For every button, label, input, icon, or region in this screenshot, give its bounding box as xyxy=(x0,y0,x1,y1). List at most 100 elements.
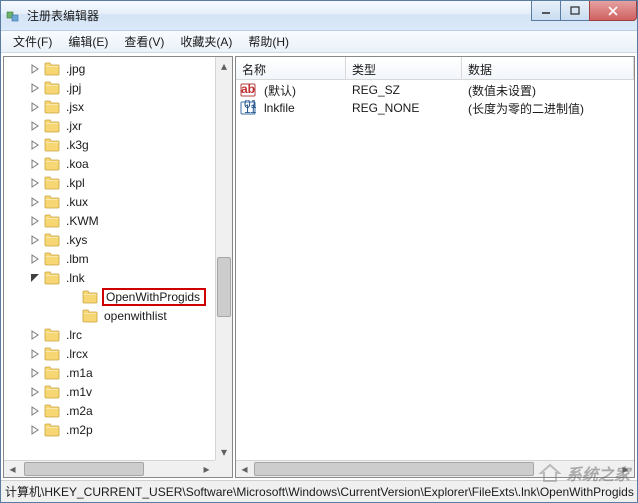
menu-favorites[interactable]: 收藏夹(A) xyxy=(172,31,240,52)
expander-closed-icon[interactable] xyxy=(29,139,41,151)
tree-item-label: .jxr xyxy=(64,118,84,134)
tree-item[interactable]: .lrc xyxy=(6,325,232,344)
folder-icon xyxy=(44,214,60,228)
tree-item[interactable]: .koa xyxy=(6,154,232,173)
tree-item[interactable]: .lnk xyxy=(6,268,232,287)
scroll-thumb[interactable] xyxy=(254,462,534,476)
values-pane: 名称 类型 数据 (默认)REG_SZ(数值未设置)lnkfileREG_NON… xyxy=(235,56,635,478)
expander-closed-icon[interactable] xyxy=(29,234,41,246)
scroll-left-arrow-icon[interactable]: ◂ xyxy=(4,461,21,477)
scroll-thumb[interactable] xyxy=(24,462,144,476)
expander-closed-icon[interactable] xyxy=(29,253,41,265)
statusbar: 计算机\HKEY_CURRENT_USER\Software\Microsoft… xyxy=(1,480,637,502)
expander-closed-icon[interactable] xyxy=(29,63,41,75)
scroll-right-arrow-icon[interactable]: ▸ xyxy=(198,461,215,477)
scroll-down-arrow-icon[interactable]: ▾ xyxy=(216,443,232,460)
tree-horizontal-scrollbar[interactable]: ◂ ▸ xyxy=(4,460,215,477)
tree-item[interactable]: .kpl xyxy=(6,173,232,192)
tree-item[interactable]: .lrcx xyxy=(6,344,232,363)
value-data: (数值未设置) xyxy=(462,82,634,99)
value-row[interactable]: (默认)REG_SZ(数值未设置) xyxy=(236,81,634,99)
column-header-type[interactable]: 类型 xyxy=(346,57,462,79)
tree-item-label: .lrcx xyxy=(64,346,90,362)
tree-item[interactable]: OpenWithProgids xyxy=(6,287,232,306)
titlebar[interactable]: 注册表编辑器 xyxy=(1,1,637,31)
tree-item[interactable]: openwithlist xyxy=(6,306,232,325)
tree-item[interactable]: .kux xyxy=(6,192,232,211)
folder-icon xyxy=(44,176,60,190)
folder-icon xyxy=(44,252,60,266)
expander-closed-icon[interactable] xyxy=(29,196,41,208)
column-header-name[interactable]: 名称 xyxy=(236,57,346,79)
expander-closed-icon[interactable] xyxy=(29,405,41,417)
tree-vertical-scrollbar[interactable]: ▴ ▾ xyxy=(215,57,232,460)
menu-edit[interactable]: 编辑(E) xyxy=(60,31,116,52)
folder-icon xyxy=(44,423,60,437)
folder-icon xyxy=(44,233,60,247)
tree-item-label: .m1v xyxy=(64,384,94,400)
scroll-right-arrow-icon[interactable]: ▸ xyxy=(617,461,634,477)
tree-item[interactable]: .m2p xyxy=(6,420,232,439)
expander-closed-icon[interactable] xyxy=(29,177,41,189)
tree-item-label: .m1a xyxy=(64,365,95,381)
folder-icon xyxy=(44,62,60,76)
scroll-thumb[interactable] xyxy=(217,257,231,317)
minimize-button[interactable] xyxy=(531,1,561,21)
expander-closed-icon[interactable] xyxy=(29,101,41,113)
tree-item[interactable]: .jxr xyxy=(6,116,232,135)
scroll-left-arrow-icon[interactable]: ◂ xyxy=(236,461,253,477)
tree-item-label: .lbm xyxy=(64,251,91,267)
values-header: 名称 类型 数据 xyxy=(236,57,634,80)
tree-item-label: .KWM xyxy=(64,213,101,229)
expander-closed-icon[interactable] xyxy=(29,329,41,341)
tree-item-label: .lrc xyxy=(64,327,84,343)
tree-item[interactable]: .jpj xyxy=(6,78,232,97)
value-name: (默认) xyxy=(258,82,346,99)
tree-item-label: .m2p xyxy=(64,422,95,438)
content-area: .jpg.jpj .jsx .jxr.k3g.koa.kpl.kux .KWM .kys… xyxy=(1,53,637,480)
folder-icon xyxy=(44,385,60,399)
expander-open-icon[interactable] xyxy=(29,272,41,284)
scroll-up-arrow-icon[interactable]: ▴ xyxy=(216,57,232,74)
tree-item[interactable]: .k3g xyxy=(6,135,232,154)
column-header-data[interactable]: 数据 xyxy=(462,57,634,79)
folder-icon xyxy=(44,138,60,152)
menu-view[interactable]: 查看(V) xyxy=(116,31,172,52)
expander-closed-icon[interactable] xyxy=(29,120,41,132)
tree-item[interactable]: .jpg xyxy=(6,59,232,78)
expander-closed-icon[interactable] xyxy=(29,367,41,379)
registry-tree[interactable]: .jpg.jpj .jsx .jxr.k3g.koa.kpl.kux .KWM .kys… xyxy=(4,57,232,477)
menu-file[interactable]: 文件(F) xyxy=(5,31,60,52)
expander-closed-icon[interactable] xyxy=(29,386,41,398)
expander-closed-icon[interactable] xyxy=(29,82,41,94)
expander-closed-icon[interactable] xyxy=(29,215,41,227)
tree-item[interactable]: .KWM xyxy=(6,211,232,230)
value-type: REG_SZ xyxy=(346,83,462,97)
tree-item[interactable]: .lbm xyxy=(6,249,232,268)
tree-item[interactable]: .m2a xyxy=(6,401,232,420)
tree-item-label: .jsx xyxy=(64,99,86,115)
tree-item-label: openwithlist xyxy=(102,308,169,324)
app-icon xyxy=(5,8,21,24)
folder-icon xyxy=(44,347,60,361)
tree-item[interactable]: .jsx xyxy=(6,97,232,116)
menu-help[interactable]: 帮助(H) xyxy=(240,31,297,52)
tree-item[interactable]: .kys xyxy=(6,230,232,249)
folder-icon xyxy=(44,100,60,114)
expander-closed-icon[interactable] xyxy=(29,348,41,360)
values-list[interactable]: (默认)REG_SZ(数值未设置)lnkfileREG_NONE(长度为零的二进… xyxy=(236,80,634,477)
maximize-button[interactable] xyxy=(560,1,590,21)
value-row[interactable]: lnkfileREG_NONE(长度为零的二进制值) xyxy=(236,99,634,117)
expander-closed-icon[interactable] xyxy=(29,158,41,170)
tree-item-label: .m2a xyxy=(64,403,95,419)
value-data: (长度为零的二进制值) xyxy=(462,100,634,117)
value-type: REG_NONE xyxy=(346,101,462,115)
tree-item[interactable]: .m1a xyxy=(6,363,232,382)
values-horizontal-scrollbar[interactable]: ◂ ▸ xyxy=(236,460,634,477)
tree-item[interactable]: .m1v xyxy=(6,382,232,401)
string-value-icon xyxy=(240,82,256,98)
tree-item-label: .kys xyxy=(64,232,89,248)
close-button[interactable] xyxy=(589,1,637,21)
folder-icon xyxy=(44,366,60,380)
expander-closed-icon[interactable] xyxy=(29,424,41,436)
